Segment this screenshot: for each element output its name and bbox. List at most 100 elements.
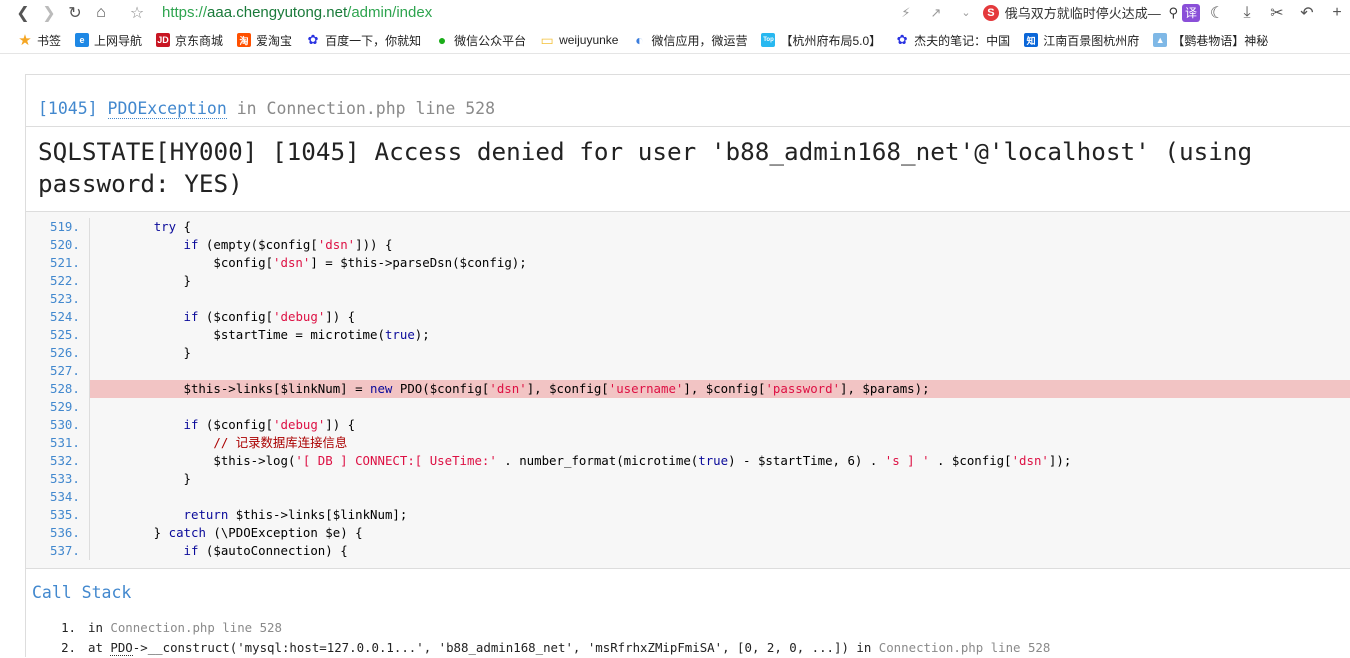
line-number: 530.: [26, 416, 90, 434]
bookmark-label: 爱淘宝: [256, 33, 293, 48]
star-icon: ★: [18, 32, 32, 49]
line-code: // 记录数据库连接信息: [94, 435, 348, 450]
line-code: }: [94, 471, 191, 486]
call-stack-item: 2. at PDO->__construct('mysql:host=127.0.…: [38, 638, 1050, 658]
lightning-icon[interactable]: ⚡: [893, 2, 919, 24]
source-lines: 519. try {520. if (empty($config['dsn'])…: [26, 218, 1350, 560]
bookmark-item[interactable]: ◐ 微信应用，微运营: [632, 32, 747, 49]
line-code: if ($autoConnection) {: [183, 543, 348, 558]
source-line: 536. } catch (\PDOException $e) {: [26, 524, 1350, 542]
line-number: 534.: [26, 488, 90, 506]
baidu-icon: ✿: [896, 32, 908, 47]
exception-message-wrap: SQLSTATE[HY000] [1045] Access denied for…: [26, 136, 1350, 200]
line-number: 519.: [26, 218, 90, 236]
source-line: 522. }: [26, 272, 1350, 290]
source-line: 527.: [26, 362, 1350, 380]
sogou-icon: S: [983, 4, 999, 21]
game-icon: ▲: [1153, 33, 1168, 47]
night-mode-icon[interactable]: ☾: [1204, 2, 1230, 24]
bookmark-item[interactable]: 淘爱淘宝: [237, 32, 292, 49]
bookmark-item[interactable]: ● 微信公众平台: [435, 32, 526, 49]
scissors-icon[interactable]: ✂: [1264, 2, 1290, 24]
source-line: 519. try {: [26, 218, 1350, 236]
call-stack-number: 2.: [61, 640, 76, 655]
top-icon: Top: [761, 33, 776, 47]
line-code: $this->log('[ DB ] CONNECT:[ UseTime:' .…: [94, 453, 1072, 468]
source-line: 524. if ($config['debug']) {: [26, 308, 1350, 326]
bookmark-star-icon[interactable]: ☆: [124, 2, 150, 24]
call-stack-title: Call Stack: [32, 583, 132, 602]
exception-class-link[interactable]: PDOException: [107, 99, 227, 119]
url-scheme: https://: [162, 4, 208, 21]
call-stack-item: 1. in Connection.php line 528: [38, 618, 1050, 638]
bookmark-item[interactable]: ★ 书签: [18, 32, 61, 49]
chevron-down-icon[interactable]: ⌄: [953, 2, 979, 24]
bookmark-item[interactable]: JD 京东商城: [156, 32, 223, 49]
bookmark-label: weijuyunke: [559, 33, 619, 47]
source-line: 532. $this->log('[ DB ] CONNECT:[ UseTim…: [26, 452, 1350, 470]
bookmark-item[interactable]: ▲ 【鹦巷物语】神秘: [1153, 32, 1268, 49]
bookmark-item[interactable]: e 上网导航: [75, 32, 142, 49]
bookmark-label: 微信公众平台: [454, 33, 527, 48]
source-line: 534.: [26, 488, 1350, 506]
search-box[interactable]: S 俄乌双方就临时停火达成— ⚲: [983, 3, 1178, 22]
call-stack-text: ->__construct('mysql:host=127.0.0.1...',…: [132, 640, 879, 655]
url-path: /admin/index: [347, 4, 433, 21]
source-line: 530. if ($config['debug']) {: [26, 416, 1350, 434]
line-code: $config['dsn'] = $this->parseDsn($config…: [94, 255, 527, 270]
call-stack-prefix: at: [88, 640, 111, 655]
url-host: aaa.chengyutong.net: [207, 4, 348, 21]
back-icon[interactable]: ❮: [10, 2, 36, 24]
baidu-icon: ✿: [307, 32, 319, 47]
line-number: 523.: [26, 290, 90, 308]
app-icon: ◐: [635, 32, 644, 48]
plus-icon[interactable]: +: [1324, 2, 1350, 24]
zhihu-icon: 知: [1024, 33, 1039, 47]
bookmark-item[interactable]: 知江南百景图杭州府: [1024, 32, 1139, 49]
line-code: }: [94, 273, 191, 288]
line-code: return $this->links[$linkNum];: [183, 507, 408, 522]
bookmarks-bar: ★ 书签 e 上网导航 JD 京东商城淘爱淘宝 ✿ 百度一下，你就知 ● 微信公众平台 ▭ weiju…: [0, 27, 1350, 54]
bookmark-label: 【杭州府布局5.0】: [780, 33, 882, 48]
taobao-icon: 淘: [237, 33, 252, 47]
call-stack-number: 1.: [61, 620, 76, 635]
line-code: }: [94, 345, 191, 360]
bookmark-label: 书签: [37, 33, 62, 48]
share-icon[interactable]: ↗: [923, 2, 949, 24]
line-number: 528.: [26, 380, 90, 398]
source-line-highlighted: 528. $this->links[$linkNum] = new PDO($c…: [26, 380, 1350, 398]
call-stack-file: Connection.php line 528: [110, 620, 282, 635]
reload-icon[interactable]: ↻: [62, 2, 88, 24]
line-number: 529.: [26, 398, 90, 416]
forward-icon[interactable]: ❯: [36, 2, 62, 24]
line-number: 524.: [26, 308, 90, 326]
line-number: 536.: [26, 524, 90, 542]
bookmark-item[interactable]: ▭ weijuyunke: [540, 31, 619, 48]
bookmark-label: 京东商城: [175, 33, 224, 48]
call-stack-file: Connection.php line 528: [878, 640, 1051, 655]
line-number: 532.: [26, 452, 90, 470]
call-stack-class[interactable]: PDO: [110, 640, 133, 656]
download-icon[interactable]: ⤓: [1234, 2, 1260, 24]
line-number: 526.: [26, 344, 90, 362]
ie-icon: e: [75, 33, 90, 47]
source-line: 531. // 记录数据库连接信息: [26, 434, 1350, 452]
bookmark-item[interactable]: ✿ 杰夫的笔记：中国: [895, 32, 1010, 49]
toolbar-right: ⚡ ↗ ⌄ S 俄乌双方就临时停火达成— ⚲ 译 ☾ ⤓ ✂ ↶ +: [893, 0, 1350, 25]
search-icon[interactable]: ⚲: [1168, 5, 1178, 21]
home-icon[interactable]: ⌂: [88, 2, 114, 24]
line-code: } catch (\PDOException $e) {: [94, 525, 363, 540]
undo-icon[interactable]: ↶: [1294, 2, 1320, 24]
line-number: 527.: [26, 362, 90, 380]
line-number: 521.: [26, 254, 90, 272]
line-code: if ($config['debug']) {: [183, 417, 356, 432]
translate-icon[interactable]: 译: [1182, 3, 1200, 22]
address-bar[interactable]: https://aaa.chengyutong.net/admin/index: [162, 4, 432, 21]
line-code: $this->links[$linkNum] = new PDO($config…: [90, 380, 1350, 398]
bookmark-item[interactable]: Top 【杭州府布局5.0】: [761, 32, 881, 49]
bookmark-item[interactable]: ✿ 百度一下，你就知: [306, 32, 421, 49]
source-line: 521. $config['dsn'] = $this->parseDsn($c…: [26, 254, 1350, 272]
bookmark-label: 上网导航: [94, 33, 143, 48]
folder-icon: ▭: [540, 31, 554, 48]
